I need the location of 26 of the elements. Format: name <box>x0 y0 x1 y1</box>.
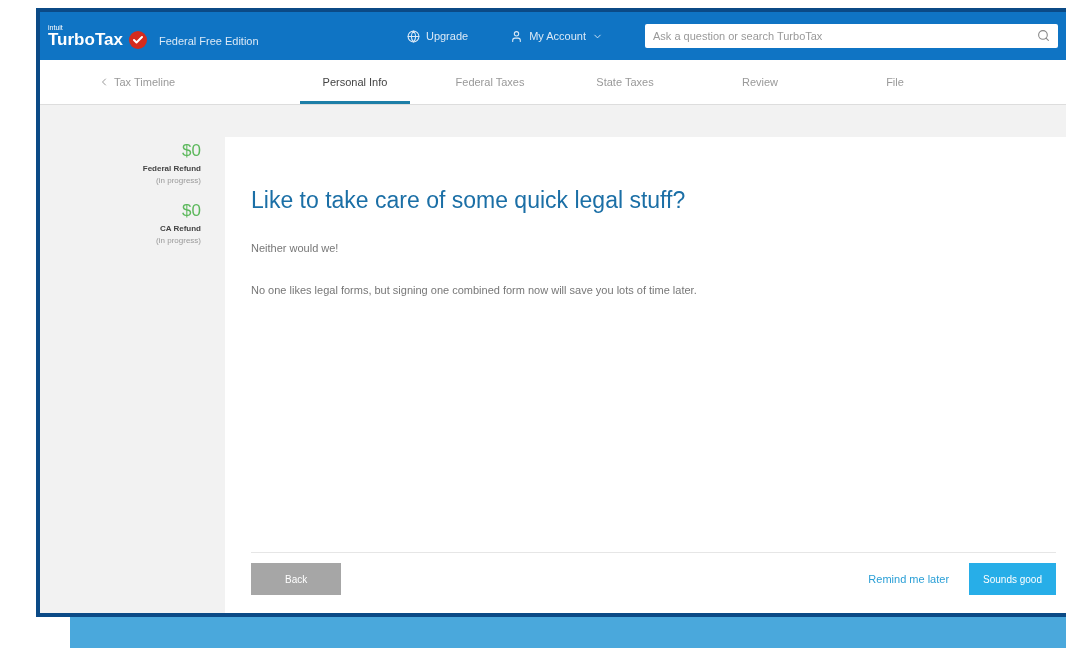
refund-amount: $0 <box>182 141 201 161</box>
body-text: Neither would we! <box>251 242 340 254</box>
search-icon[interactable] <box>1037 29 1050 42</box>
edition-label: Federal Free Edition <box>158 35 260 47</box>
nav-tab[interactable]: Review <box>705 60 815 104</box>
user-icon <box>510 29 524 43</box>
back-link[interactable]: Tax Timeline <box>40 60 300 104</box>
body-text: No one likes legal forms, but signing one combined form now will save you lots of time later. <box>251 284 698 296</box>
account-menu[interactable]: My Account <box>510 29 603 43</box>
refund-status: (in progress) <box>156 236 201 245</box>
refund-amount: $0 <box>182 201 201 221</box>
brand-logo[interactable]: TurboTax <box>48 31 123 48</box>
nav-tab[interactable]: State Taxes <box>570 60 680 104</box>
confirm-button[interactable]: Sounds good <box>969 563 1056 595</box>
page-heading: Like to take care of some quick legal stuff? <box>251 187 687 214</box>
remind-link[interactable]: Remind me later <box>868 573 950 585</box>
nav-tab[interactable]: File <box>840 60 950 104</box>
globe-icon <box>406 29 420 43</box>
upgrade-link[interactable]: Upgrade <box>406 29 469 43</box>
refund-label: CA Refund <box>159 224 201 233</box>
back-button[interactable]: Back <box>251 563 342 595</box>
refund-label: Federal Refund <box>142 164 201 173</box>
search-field[interactable]: Ask a question or search TurboTax <box>645 24 1058 48</box>
check-icon <box>128 31 147 49</box>
refund-status: (in progress) <box>156 176 201 185</box>
nav-tab[interactable]: Federal Taxes <box>435 60 545 104</box>
